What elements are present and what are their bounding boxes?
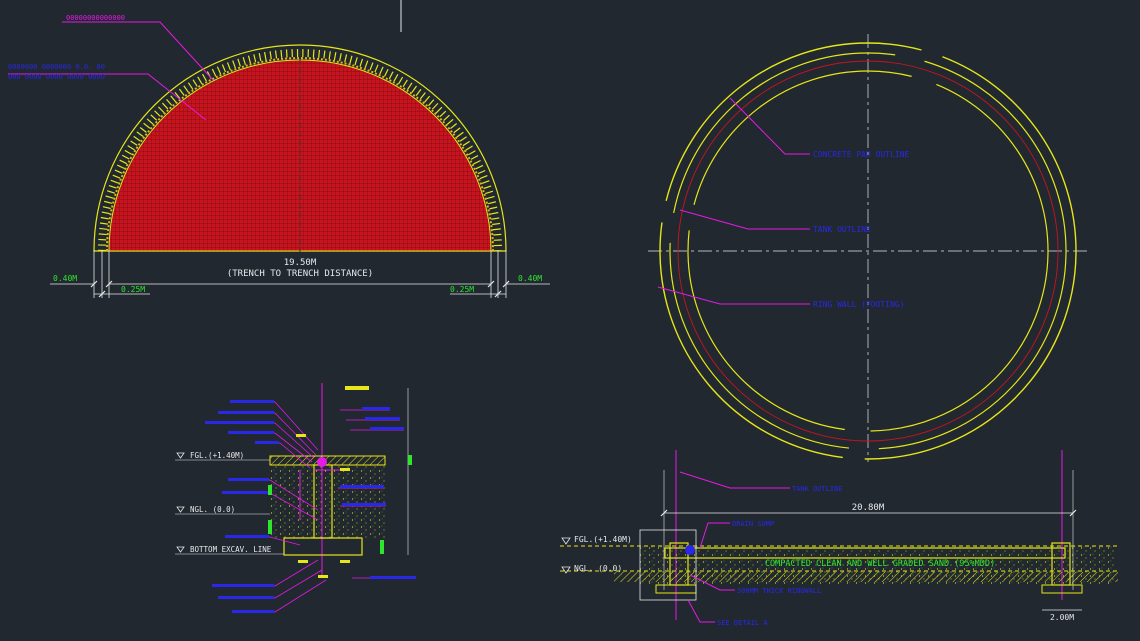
level-fgl-detail: FGL.(+1.40M) <box>190 451 244 460</box>
note-top: 00000000000000 <box>66 14 125 22</box>
cad-drawing-canvas: 00000000000000 0000000 0000000 0.0. 00 0… <box>8 0 1120 627</box>
top-left-dome-view: 00000000000000 0000000 0000000 0.0. 00 0… <box>8 14 550 298</box>
note-mesh-line2: 000 0000 0000 0000 0000 <box>8 73 105 81</box>
plan-view: CONCRETE PAD OUTLINE TANK OUTLINE RING W… <box>648 34 1088 462</box>
dim-left-inner: 0.25M <box>121 285 145 294</box>
dim-main: 19.50M <box>284 258 317 268</box>
dim-main-caption: (TRENCH TO TRENCH DISTANCE) <box>227 269 373 279</box>
level-ngl-detail: NGL. (0.0) <box>190 505 235 514</box>
section-view: 20.80M TANK OUTLINE DRAIN SUMP FGL.(+1.4… <box>560 450 1120 627</box>
dim-footing: 2.00M <box>1050 613 1074 622</box>
label-concrete-pad: CONCRETE PAD OUTLINE <box>813 150 910 159</box>
label-ring-wall: RING WALL (FOOTING) <box>813 300 905 309</box>
dim-right-inner: 0.25M <box>450 285 474 294</box>
detail-view: FGL.(+1.40M) NGL. (0.0) BOTTOM EXCAV. LI… <box>175 383 416 613</box>
label-drain-sump: DRAIN SUMP <box>732 520 774 528</box>
level-fgl-section: FGL.(+1.40M) <box>574 535 632 544</box>
note-mesh-line1: 0000000 0000000 0.0. 00 <box>8 63 105 71</box>
label-ringwall: 300MM THICK RINGWALL <box>737 587 821 595</box>
fill-note: COMPACTED CLEAN AND WELL GRADED SAND (95… <box>765 559 995 569</box>
level-ngl-section: NGL. (0.0) <box>574 564 622 573</box>
dim-left-outer: 0.40M <box>53 274 77 283</box>
level-bottom-detail: BOTTOM EXCAV. LINE <box>190 545 272 554</box>
dim-right-outer: 0.40M <box>518 274 542 283</box>
dim-width: 20.80M <box>852 503 885 513</box>
label-tank: TANK OUTLINE <box>813 225 871 234</box>
label-detail: SEE DETAIL A <box>717 619 768 627</box>
label-tank-outline: TANK OUTLINE <box>792 485 843 493</box>
